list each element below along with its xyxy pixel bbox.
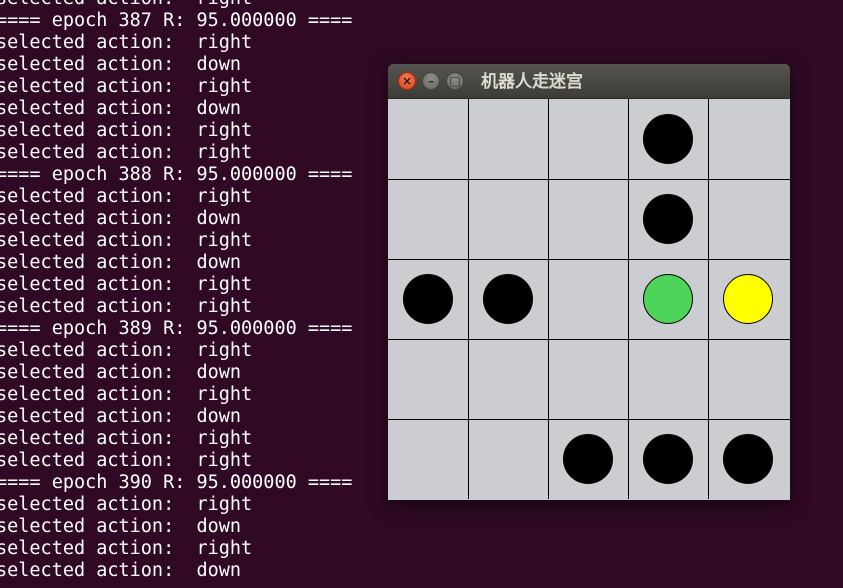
obstacle-marker — [643, 434, 693, 484]
window-title: 机器人走迷宫 — [481, 72, 583, 92]
close-icon: × — [401, 74, 413, 88]
obstacle-marker — [483, 274, 533, 324]
terminal-line: selected action: right — [0, 538, 253, 559]
minimize-icon: – — [428, 74, 434, 88]
grid-line-horizontal — [388, 419, 790, 420]
maximize-button[interactable]: □ — [446, 72, 464, 90]
maze-window: × – □ 机器人走迷宫 — [388, 64, 790, 500]
maze-canvas — [388, 99, 790, 500]
grid-line-horizontal — [388, 339, 790, 340]
goal-marker — [723, 274, 773, 324]
obstacle-marker — [563, 434, 613, 484]
terminal-line: selected action: right — [0, 0, 843, 10]
grid-line-horizontal — [388, 179, 790, 180]
terminal-line: selected action: right — [0, 32, 253, 53]
obstacle-marker — [403, 274, 453, 324]
window-titlebar[interactable]: × – □ 机器人走迷宫 — [388, 64, 790, 99]
obstacle-marker — [723, 434, 773, 484]
grid-line-vertical — [708, 99, 709, 499]
maximize-icon: □ — [449, 74, 461, 88]
grid-line-vertical — [468, 99, 469, 499]
grid-line-vertical — [628, 99, 629, 499]
obstacle-marker — [643, 194, 693, 244]
close-button[interactable]: × — [398, 72, 416, 90]
terminal-line: selected action: down — [0, 560, 242, 581]
grid-line-vertical — [548, 99, 549, 499]
terminal-line: selected action: down — [0, 516, 242, 537]
terminal-line: ==== epoch 387 R: 95.000000 ==== — [0, 10, 353, 31]
robot-marker — [643, 274, 693, 324]
grid-line-horizontal — [388, 259, 790, 260]
obstacle-marker — [643, 114, 693, 164]
minimize-button[interactable]: – — [422, 72, 440, 90]
